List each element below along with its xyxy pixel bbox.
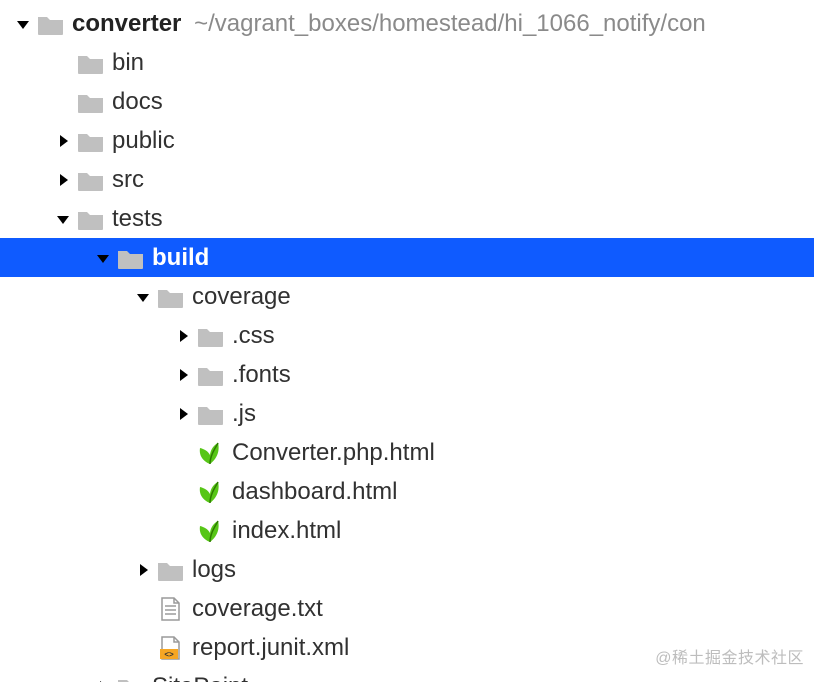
tree-item-js[interactable]: .js [0, 394, 814, 433]
tree-item-label: public [112, 129, 175, 153]
folder-icon [154, 284, 186, 310]
tree-item-label: coverage.txt [192, 597, 323, 621]
tree-item-label: coverage [192, 285, 291, 309]
tree-item-label: dashboard.html [232, 480, 397, 504]
watermark: @稀土掘金技术社区 [655, 644, 804, 668]
tree-item-label: .fonts [232, 363, 291, 387]
tree-item-bin[interactable]: bin [0, 43, 814, 82]
chevron-right-icon[interactable] [92, 679, 114, 682]
tree-item-tests[interactable]: tests [0, 199, 814, 238]
file-tree: converter ~/vagrant_boxes/homestead/hi_1… [0, 0, 814, 682]
folder-icon [74, 128, 106, 154]
html-file-icon [194, 440, 226, 466]
tree-item-label: report.junit.xml [192, 636, 349, 660]
tree-item-src[interactable]: src [0, 160, 814, 199]
tree-item-converter[interactable]: converter ~/vagrant_boxes/homestead/hi_1… [0, 4, 814, 43]
folder-icon [194, 362, 226, 388]
tree-item-sitepoint[interactable]: SitePoint [0, 667, 814, 682]
html-file-icon [194, 518, 226, 544]
folder-icon [194, 401, 226, 427]
tree-item-converter-html[interactable]: Converter.php.html [0, 433, 814, 472]
tree-item-label: bin [112, 51, 144, 75]
folder-icon [114, 245, 146, 271]
chevron-right-icon[interactable] [52, 172, 74, 188]
text-file-icon [154, 596, 186, 622]
tree-item-label: src [112, 168, 144, 192]
tree-item-label: logs [192, 558, 236, 582]
chevron-right-icon[interactable] [172, 406, 194, 422]
folder-icon [74, 50, 106, 76]
chevron-down-icon[interactable] [92, 250, 114, 266]
chevron-down-icon[interactable] [52, 211, 74, 227]
chevron-down-icon[interactable] [12, 16, 34, 32]
tree-item-label: .css [232, 324, 275, 348]
chevron-right-icon[interactable] [132, 562, 154, 578]
tree-item-dashboard-html[interactable]: dashboard.html [0, 472, 814, 511]
tree-item-label: .js [232, 402, 256, 426]
folder-icon [154, 557, 186, 583]
tree-item-css[interactable]: .css [0, 316, 814, 355]
tree-item-logs[interactable]: logs [0, 550, 814, 589]
tree-item-label: converter ~/vagrant_boxes/homestead/hi_1… [72, 12, 706, 36]
xml-file-icon [154, 635, 186, 661]
chevron-right-icon[interactable] [172, 328, 194, 344]
tree-item-index-html[interactable]: index.html [0, 511, 814, 550]
chevron-down-icon[interactable] [132, 289, 154, 305]
chevron-right-icon[interactable] [172, 367, 194, 383]
folder-icon [34, 11, 66, 37]
folder-icon [74, 206, 106, 232]
folder-icon [74, 89, 106, 115]
tree-item-fonts[interactable]: .fonts [0, 355, 814, 394]
tree-item-label: tests [112, 207, 163, 231]
folder-icon [114, 674, 146, 682]
chevron-right-icon[interactable] [52, 133, 74, 149]
html-file-icon [194, 479, 226, 505]
tree-item-coverage[interactable]: coverage [0, 277, 814, 316]
tree-item-label: index.html [232, 519, 341, 543]
tree-item-label: SitePoint [152, 675, 248, 682]
tree-item-label: Converter.php.html [232, 441, 435, 465]
folder-icon [74, 167, 106, 193]
folder-icon [194, 323, 226, 349]
tree-item-label: build [152, 246, 209, 270]
tree-item-public[interactable]: public [0, 121, 814, 160]
tree-item-label: docs [112, 90, 163, 114]
tree-item-docs[interactable]: docs [0, 82, 814, 121]
tree-item-coverage-txt[interactable]: coverage.txt [0, 589, 814, 628]
tree-item-build[interactable]: build [0, 238, 814, 277]
